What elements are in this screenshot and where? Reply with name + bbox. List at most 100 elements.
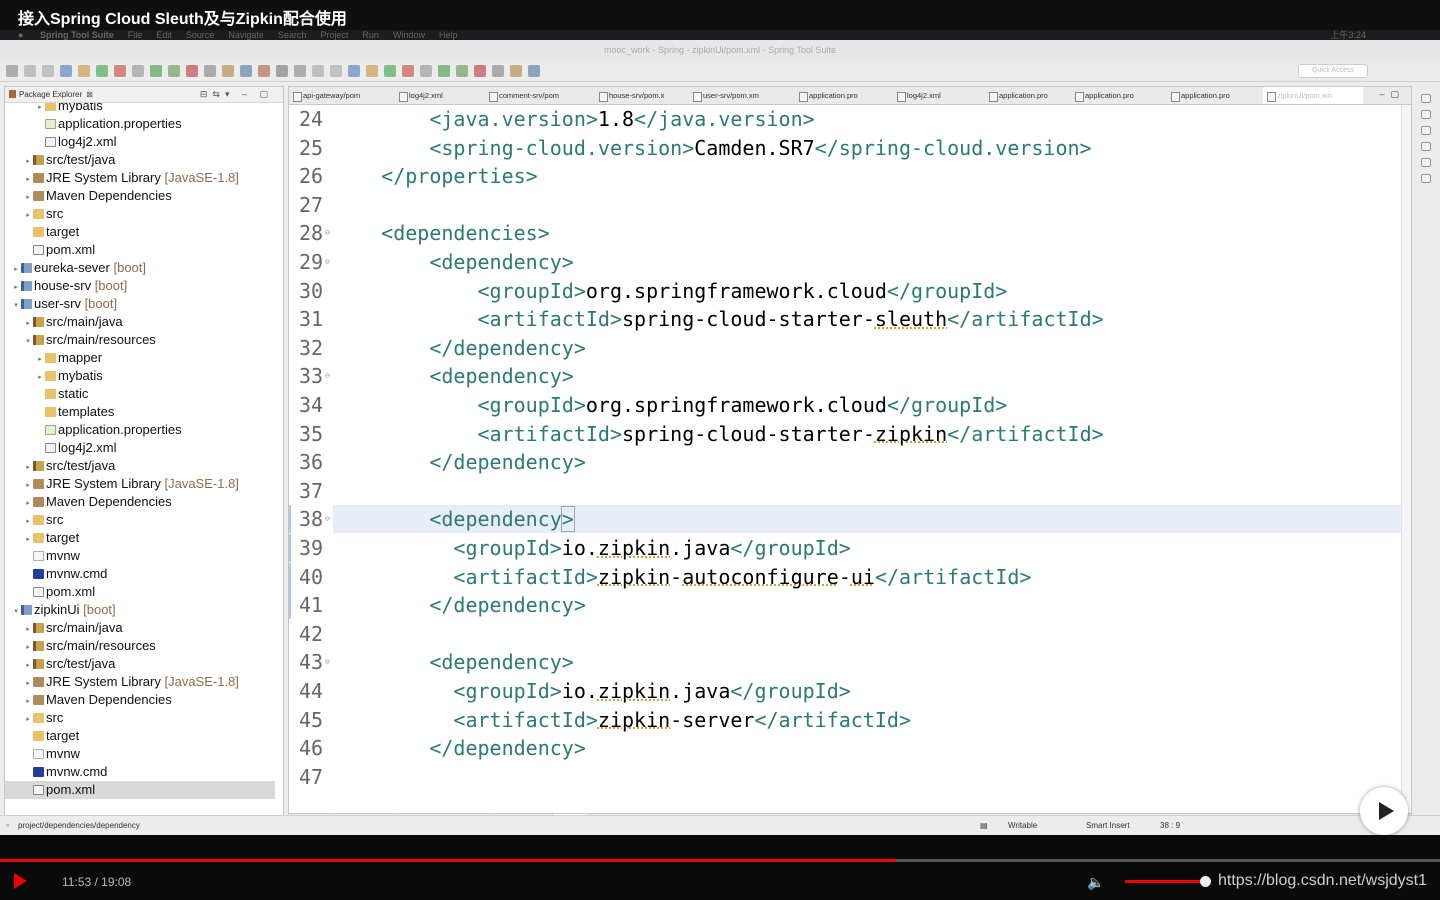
toolbar-icon[interactable]: [222, 65, 234, 77]
tree-item[interactable]: ▸ src/main/java: [5, 619, 275, 637]
fold-toggle-icon[interactable]: ⊖: [325, 248, 330, 276]
play-icon[interactable]: [14, 873, 27, 889]
toolbar-icon[interactable]: [366, 65, 378, 77]
code-line[interactable]: <dependency>: [333, 505, 575, 533]
fold-toggle-icon[interactable]: ⊖: [325, 362, 330, 390]
tree-item[interactable]: ▸ mybatis: [5, 367, 275, 385]
editor-tab[interactable]: comment-srv/pom: [485, 87, 595, 104]
tree-item[interactable]: log4j2.xml: [5, 133, 275, 151]
side-view-icon[interactable]: [1421, 110, 1431, 119]
toolbar-icon[interactable]: [294, 65, 306, 77]
close-icon[interactable]: ⊠: [86, 90, 93, 99]
menu-item[interactable]: Edit: [156, 30, 172, 40]
code-line[interactable]: <dependencies>: [333, 219, 550, 247]
toolbar-icon[interactable]: [348, 65, 360, 77]
toolbar-icon[interactable]: [240, 65, 252, 77]
volume-slider[interactable]: [1125, 880, 1205, 883]
toolbar-icon[interactable]: [492, 65, 504, 77]
toolbar-icon[interactable]: [132, 65, 144, 77]
tree-item[interactable]: ▸ JRE System Library [JavaSE-1.8]: [5, 475, 275, 493]
tree-item[interactable]: static: [5, 385, 275, 403]
toolbar-icon[interactable]: [42, 65, 54, 77]
toolbar-icon[interactable]: [510, 65, 522, 77]
editor-tab[interactable]: zipkinUi/pom.xm: [1263, 87, 1363, 104]
code-line[interactable]: </properties>: [333, 162, 538, 190]
tree-item[interactable]: ▾ zipkinUi [boot]: [5, 601, 275, 619]
toolbar-icon[interactable]: [114, 65, 126, 77]
editor-tab[interactable]: log4j2.xml: [893, 87, 985, 104]
toolbar-icon[interactable]: [384, 65, 396, 77]
toolbar-icon[interactable]: [186, 65, 198, 77]
toolbar-icon[interactable]: [60, 65, 72, 77]
code-line[interactable]: <groupId>org.springframework.cloud</grou…: [333, 277, 1008, 305]
code-line[interactable]: <artifactId>zipkin-server</artifactId>: [333, 706, 911, 734]
volume-knob[interactable]: [1200, 876, 1211, 887]
apple-icon[interactable]: ●: [18, 30, 23, 40]
tree-item[interactable]: pom.xml: [5, 781, 275, 799]
tree-item[interactable]: ▾ src/main/resources: [5, 331, 275, 349]
code-line[interactable]: <java.version>1.8</java.version>: [333, 105, 814, 133]
code-line[interactable]: </dependency>: [333, 448, 586, 476]
code-line[interactable]: <groupId>io.zipkin.java</groupId>: [333, 677, 850, 705]
toolbar-icon[interactable]: [474, 65, 486, 77]
big-play-button[interactable]: [1360, 787, 1408, 835]
editor-tab[interactable]: house-srv/pom.x: [595, 87, 689, 104]
toolbar-icon[interactable]: [330, 65, 342, 77]
menu-item[interactable]: Project: [320, 30, 348, 40]
side-view-icon[interactable]: [1421, 126, 1431, 135]
tree-item[interactable]: log4j2.xml: [5, 439, 275, 457]
toolbar-icon[interactable]: [402, 65, 414, 77]
code-line[interactable]: <spring-cloud.version>Camden.SR7</spring…: [333, 134, 1091, 162]
code-line[interactable]: </dependency>: [333, 734, 586, 762]
vertical-scrollbar[interactable]: [1401, 105, 1411, 799]
menu-item[interactable]: Help: [439, 30, 458, 40]
toolbar-icon[interactable]: [456, 65, 468, 77]
fold-toggle-icon[interactable]: ⊖: [325, 505, 330, 533]
volume-icon[interactable]: 🔈: [1087, 874, 1104, 891]
code-line[interactable]: <artifactId>spring-cloud-starter-zipkin<…: [333, 420, 1104, 448]
tree-item[interactable]: mvnw: [5, 745, 275, 763]
tree-item[interactable]: templates: [5, 403, 275, 421]
tree-item[interactable]: mvnw.cmd: [5, 763, 275, 781]
editor-tab[interactable]: log4j2.xml: [395, 87, 485, 104]
editor-tab[interactable]: application.pro: [795, 87, 893, 104]
editor-view-controls[interactable]: –▢: [1379, 89, 1405, 100]
menu-item[interactable]: Spring Tool Suite: [40, 30, 114, 40]
tree-item[interactable]: ▾ user-srv [boot]: [5, 295, 275, 313]
toolbar-icon[interactable]: [78, 65, 90, 77]
tree-item[interactable]: pom.xml: [5, 583, 275, 601]
side-view-icon[interactable]: [1421, 94, 1431, 103]
tree-item[interactable]: ▸ src: [5, 511, 275, 529]
editor-tab[interactable]: application.pro: [1071, 87, 1167, 104]
menu-item[interactable]: Run: [362, 30, 379, 40]
fold-toggle-icon[interactable]: ⊖: [325, 219, 330, 247]
toolbar-icon[interactable]: [528, 65, 540, 77]
editor-tab[interactable]: api-gateway/pom: [289, 87, 395, 104]
code-line[interactable]: </dependency>: [333, 334, 586, 362]
tree-item[interactable]: ▸ mybatis: [5, 103, 275, 115]
tree-item[interactable]: ▸ Maven Dependencies: [5, 691, 275, 709]
side-view-icon[interactable]: [1421, 158, 1431, 167]
side-view-icon[interactable]: [1421, 174, 1431, 183]
tree-item[interactable]: pom.xml: [5, 241, 275, 259]
code-line[interactable]: <artifactId>spring-cloud-starter-sleuth<…: [333, 305, 1104, 333]
tree-item[interactable]: application.properties: [5, 115, 275, 133]
tree-item[interactable]: application.properties: [5, 421, 275, 439]
tree-item[interactable]: ▸ house-srv [boot]: [5, 277, 275, 295]
toolbar-icon[interactable]: [204, 65, 216, 77]
code-line[interactable]: <groupId>io.zipkin.java</groupId>: [333, 534, 850, 562]
tree-item[interactable]: ▸ src: [5, 205, 275, 223]
tree-item[interactable]: ▸ src/main/resources: [5, 637, 275, 655]
toolbar-icon[interactable]: [258, 65, 270, 77]
menu-item[interactable]: Search: [278, 30, 307, 40]
toolbar-icon[interactable]: [438, 65, 450, 77]
quick-access-input[interactable]: Quick Access: [1298, 64, 1368, 78]
editor-tab[interactable]: application.pro: [1167, 87, 1263, 104]
code-line[interactable]: <dependency>: [333, 362, 574, 390]
tree-item[interactable]: ▸ src/test/java: [5, 457, 275, 475]
tree-item[interactable]: ▸ JRE System Library [JavaSE-1.8]: [5, 169, 275, 187]
tree-item[interactable]: ▸ Maven Dependencies: [5, 493, 275, 511]
editor-tab[interactable]: application.pro: [985, 87, 1071, 104]
menu-item[interactable]: File: [128, 30, 143, 40]
toolbar-icon[interactable]: [168, 65, 180, 77]
